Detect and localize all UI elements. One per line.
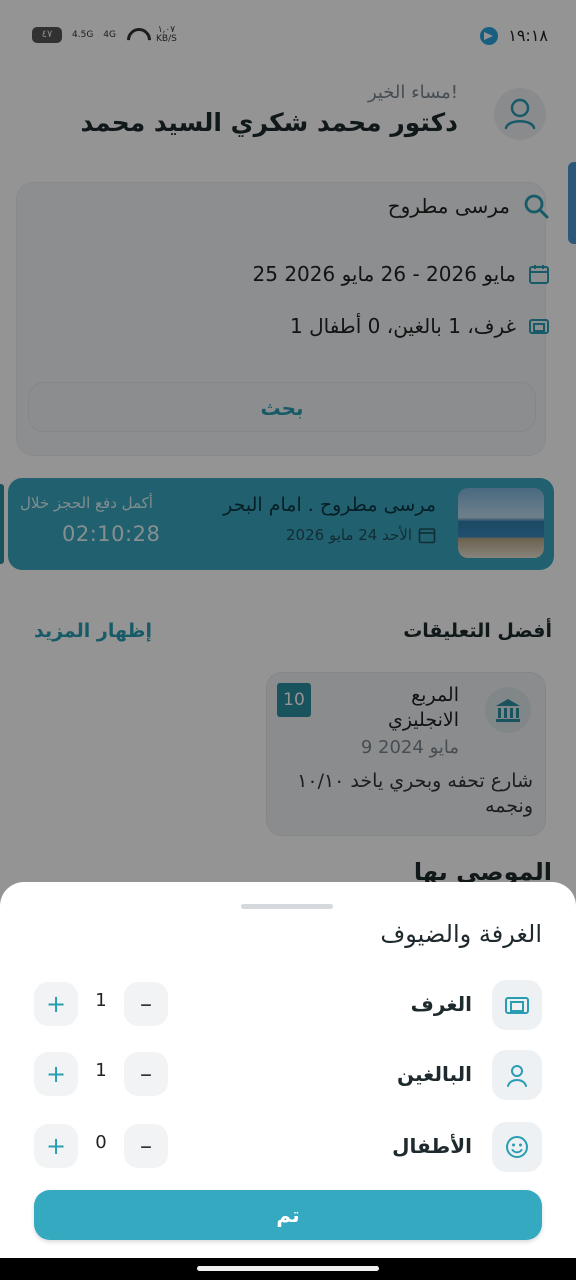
system-nav-bar — [0, 1258, 576, 1280]
rooms-increment-button[interactable]: + — [34, 982, 78, 1026]
child-icon — [492, 1122, 542, 1172]
sheet-title: الغرفة والضيوف — [380, 920, 542, 948]
adults-counter: البالغين – 1 + — [0, 1050, 576, 1102]
done-button[interactable]: تم — [34, 1190, 542, 1240]
rooms-decrement-button[interactable]: – — [124, 982, 168, 1026]
home-screen: ٤٧ 4.5G 4G ١,٠٧ KB/S ١٩:١٨ مساء الخير! د… — [0, 0, 576, 1280]
rooms-label: الغرف — [410, 992, 472, 1016]
room-guests-sheet: الغرفة والضيوف الغرف – 1 + البالغين – 1 … — [0, 882, 576, 1258]
adults-label: البالغين — [397, 1062, 472, 1086]
adults-decrement-button[interactable]: – — [124, 1052, 168, 1096]
room-icon — [492, 980, 542, 1030]
children-increment-button[interactable]: + — [34, 1124, 78, 1168]
adults-increment-button[interactable]: + — [34, 1052, 78, 1096]
rooms-counter: الغرف – 1 + — [0, 980, 576, 1032]
children-counter: الأطفال – 0 + — [0, 1122, 576, 1174]
rooms-value: 1 — [95, 990, 107, 1011]
sheet-drag-handle[interactable] — [241, 904, 333, 909]
children-label: الأطفال — [392, 1134, 472, 1158]
children-decrement-button[interactable]: – — [124, 1124, 168, 1168]
adult-icon — [492, 1050, 542, 1100]
adults-value: 1 — [95, 1060, 107, 1081]
home-gesture-bar[interactable] — [197, 1266, 379, 1271]
children-value: 0 — [95, 1132, 107, 1153]
